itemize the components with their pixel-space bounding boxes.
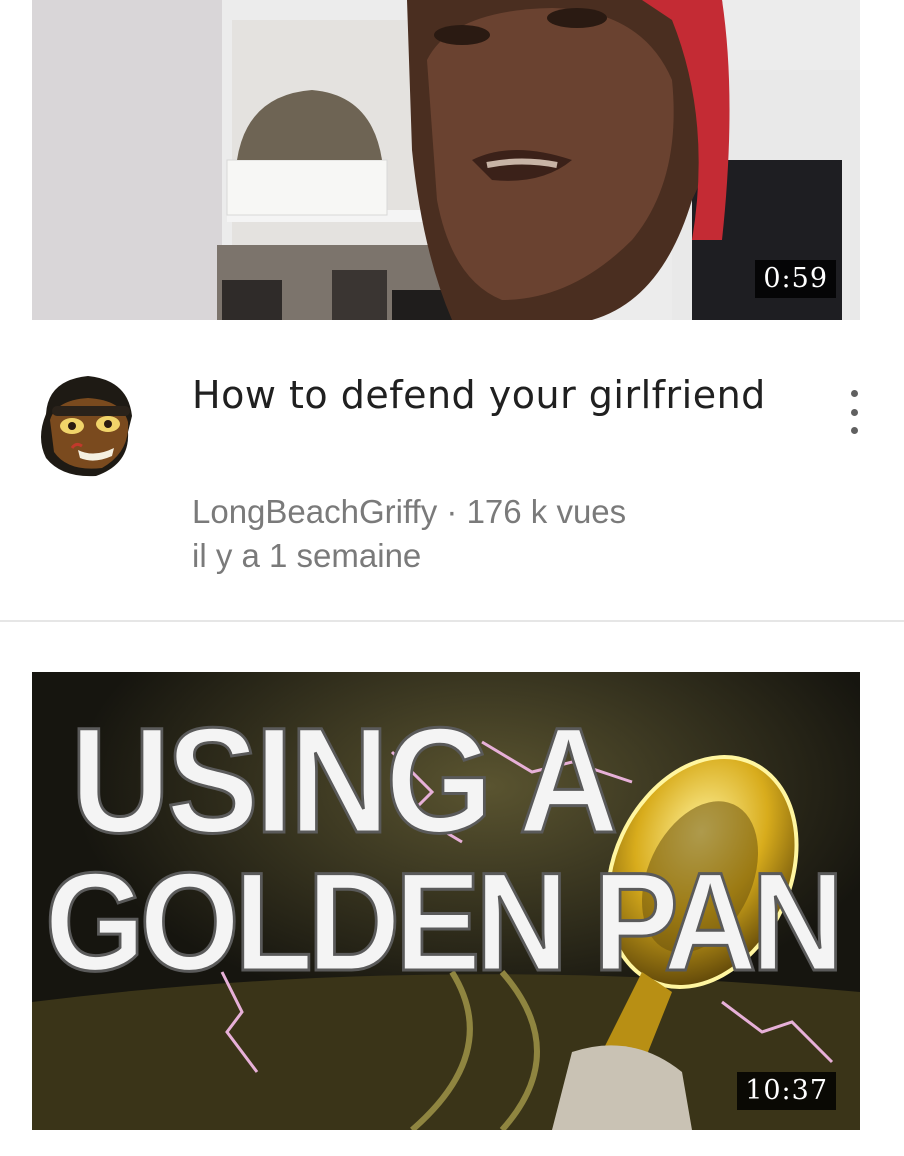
video-duration: 0:59 bbox=[755, 260, 836, 298]
channel-avatar[interactable] bbox=[32, 372, 140, 480]
view-count: 176 k vues bbox=[466, 493, 627, 530]
video-title[interactable]: How to defend your girlfriend bbox=[192, 368, 792, 422]
avatar-icon bbox=[41, 376, 132, 477]
menu-dot bbox=[850, 408, 858, 416]
video-thumbnail[interactable]: USING A GOLDEN PAN 10:37 bbox=[32, 672, 860, 1130]
video-thumbnail[interactable]: 0:59 bbox=[32, 0, 860, 320]
upload-age: il y a 1 semaine bbox=[192, 537, 422, 574]
video-byline: LongBeachGriffy · 176 k vues bbox=[192, 492, 812, 532]
thumbnail-image bbox=[32, 0, 860, 320]
list-divider bbox=[0, 620, 904, 622]
video-duration: 10:37 bbox=[737, 1072, 836, 1110]
thumb-text-line1: USING A bbox=[71, 697, 616, 865]
thumbnail-image: USING A GOLDEN PAN bbox=[32, 672, 860, 1130]
more-vert-icon[interactable] bbox=[836, 386, 872, 438]
channel-name[interactable]: LongBeachGriffy bbox=[192, 493, 437, 530]
video-info: How to defend your girlfriend LongBeachG… bbox=[0, 350, 904, 620]
thumb-text-line2: GOLDEN PAN bbox=[45, 843, 839, 1000]
byline-separator: · bbox=[446, 493, 458, 530]
menu-dot bbox=[850, 427, 858, 434]
menu-dot bbox=[850, 390, 858, 397]
